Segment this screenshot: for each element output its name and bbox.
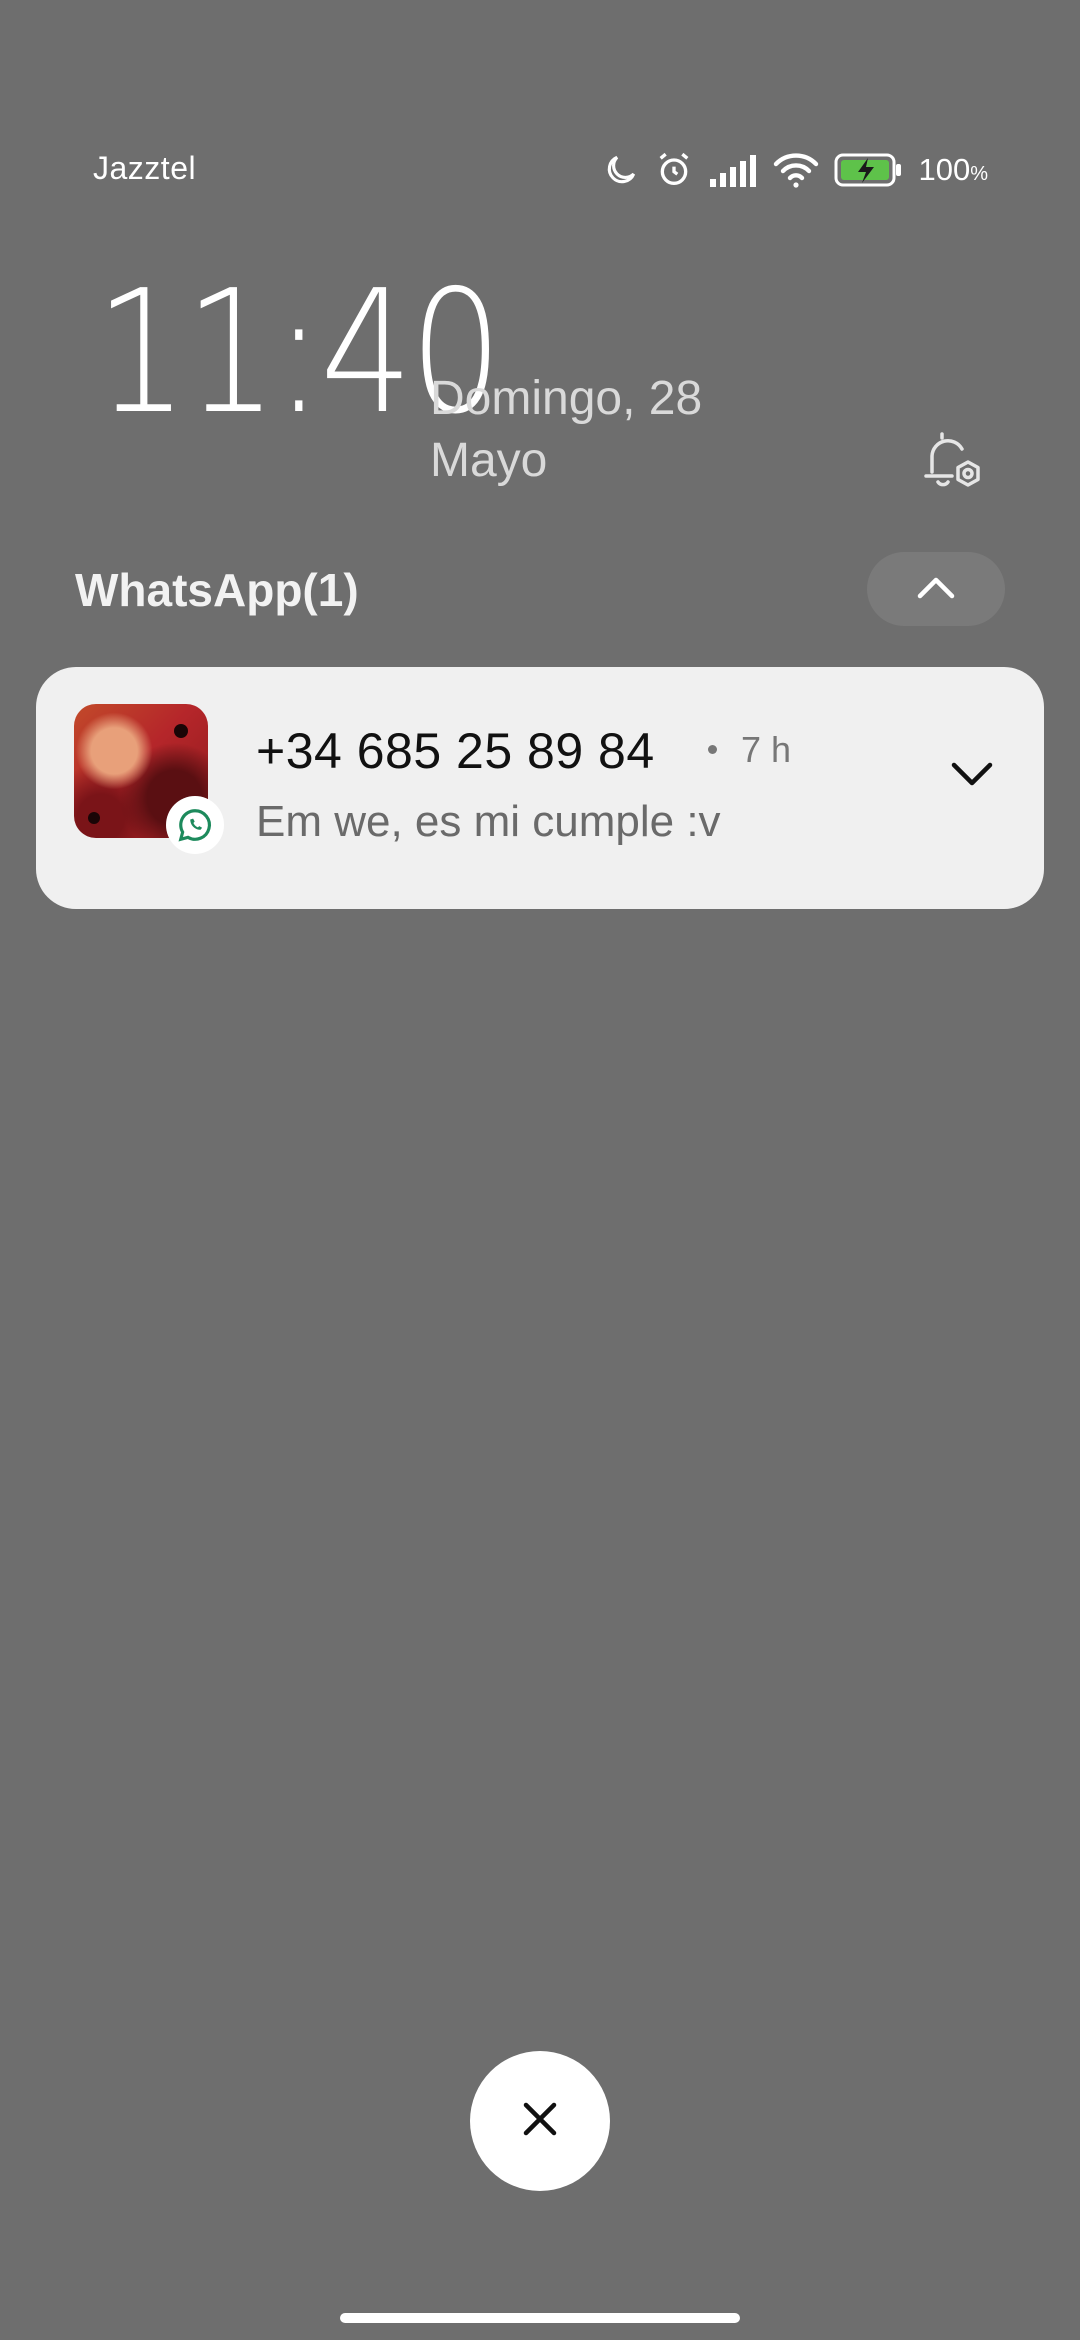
chevron-down-icon (950, 759, 994, 792)
home-indicator[interactable] (340, 2313, 740, 2323)
clear-notifications-button[interactable] (470, 2051, 610, 2191)
wifi-icon (772, 151, 820, 189)
notification-avatar-wrap (74, 704, 224, 854)
notification-settings-icon[interactable] (918, 428, 988, 498)
collapse-group-button[interactable] (867, 552, 1005, 626)
signal-icon (708, 153, 758, 187)
moon-icon (602, 151, 640, 189)
expand-notification-button[interactable] (942, 750, 1002, 800)
notification-time: 7 h (741, 729, 792, 770)
chevron-up-icon (916, 574, 956, 605)
notification-card[interactable]: +34 685 25 89 84 7 h Em we, es mi cumple… (36, 667, 1044, 909)
lock-screen: Jazztel 100% 11:40 Domingo, 28 Mayo What… (0, 0, 1080, 2340)
notification-message: Em we, es mi cumple :v (256, 797, 721, 846)
whatsapp-icon (166, 796, 224, 854)
status-icons: 100% (602, 148, 988, 192)
carrier-name: Jazztel (93, 150, 197, 186)
battery-percent: 100% (918, 152, 988, 187)
battery-charging-icon (834, 152, 904, 188)
notification-sender: +34 685 25 89 84 (256, 723, 655, 779)
lockscreen-date: Domingo, 28 Mayo (430, 368, 790, 492)
close-icon (520, 2099, 560, 2144)
alarm-icon (654, 150, 694, 190)
date-line-1: Domingo, 28 (430, 372, 703, 425)
notification-group-title: WhatsApp(1) (75, 564, 359, 616)
date-line-2: Mayo (430, 434, 548, 487)
separator-dot (708, 745, 717, 754)
